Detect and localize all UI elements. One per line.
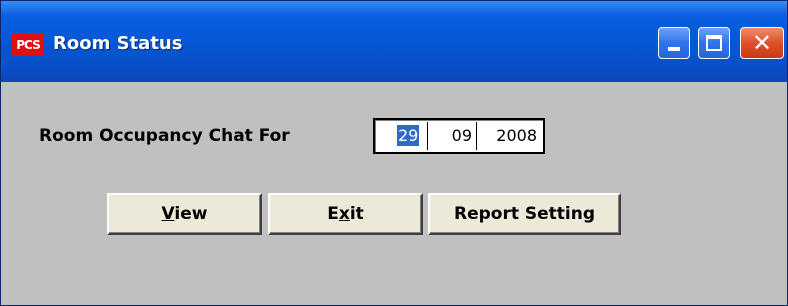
date-month-segment[interactable]: 09 (427, 122, 477, 150)
report-setting-button[interactable]: Report Setting (428, 193, 621, 235)
view-button-label-rest: iew (174, 204, 208, 224)
client-area: Room Occupancy Chat For 29 09 2008 View … (1, 82, 787, 305)
maximize-button[interactable] (698, 27, 730, 59)
room-status-window: PCS Room Status ✕ Room Occupancy Chat Fo… (0, 0, 788, 306)
exit-button-label-rest: it (349, 204, 364, 224)
app-logo-icon: PCS (12, 34, 44, 56)
exit-button[interactable]: Exit (268, 193, 423, 235)
title-bar[interactable]: PCS Room Status ✕ (1, 1, 787, 82)
maximize-icon (706, 35, 722, 51)
date-year-segment[interactable]: 2008 (477, 122, 541, 150)
minimize-button[interactable] (658, 27, 690, 59)
date-day-segment[interactable]: 29 (381, 122, 427, 150)
view-button[interactable]: View (107, 193, 262, 235)
minimize-icon (668, 47, 680, 51)
date-field[interactable]: 29 09 2008 (373, 118, 545, 154)
occupancy-label: Room Occupancy Chat For (39, 126, 290, 146)
close-button[interactable]: ✕ (740, 27, 784, 59)
view-button-mnemonic: V (161, 204, 175, 224)
exit-button-label-prefix: E (327, 204, 339, 224)
date-day-value[interactable]: 29 (397, 125, 420, 146)
exit-button-mnemonic: x (338, 204, 350, 224)
close-icon: ✕ (751, 29, 773, 57)
window-title: Room Status (53, 33, 183, 54)
